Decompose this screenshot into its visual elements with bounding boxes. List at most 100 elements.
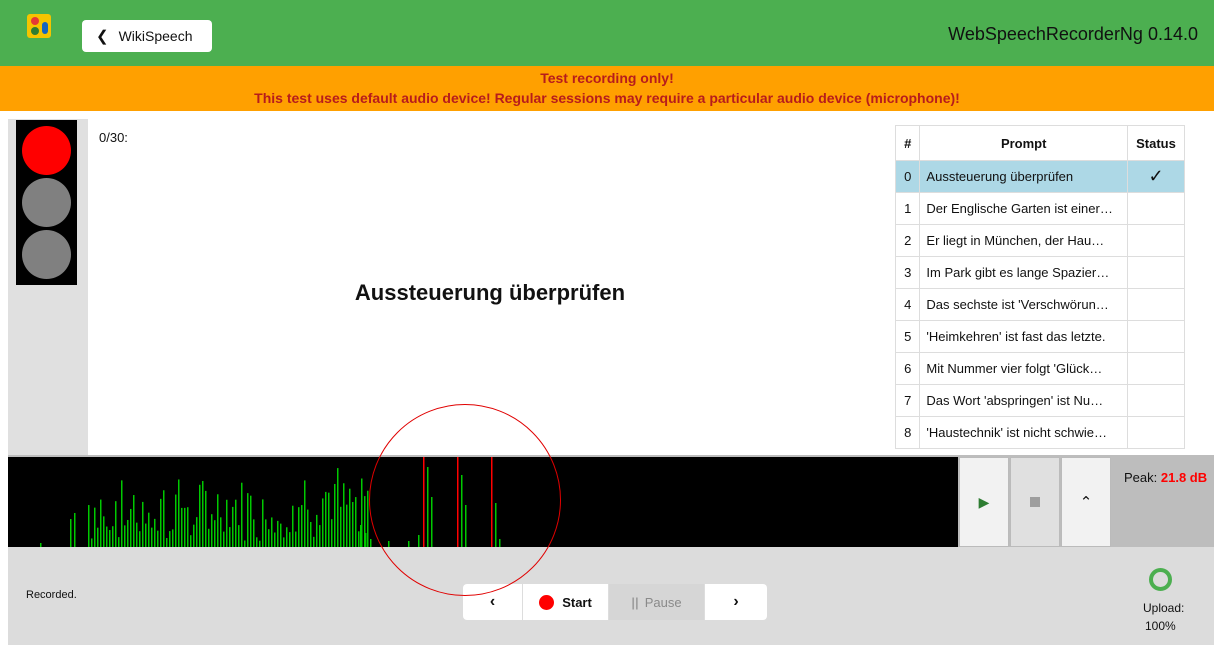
prompt-row[interactable]: 5 'Heimkehren' ist fast das letzte. <box>895 320 1185 353</box>
stop-icon <box>1030 497 1040 507</box>
level-bar <box>316 514 318 547</box>
prompt-row-index: 6 <box>895 352 921 385</box>
level-bar <box>133 495 135 547</box>
chevron-left-icon: ‹ <box>489 593 496 610</box>
level-bar <box>352 502 354 547</box>
level-bar <box>184 507 186 547</box>
pause-button[interactable]: || Pause <box>609 584 705 620</box>
current-prompt: Aussteuerung überprüfen <box>354 280 626 305</box>
red-light-icon <box>22 126 71 175</box>
level-bar <box>247 493 249 547</box>
level-bar <box>283 537 285 547</box>
level-bar <box>196 517 198 547</box>
play-icon: ▶ <box>978 493 990 510</box>
level-bar <box>271 517 273 547</box>
banner-line-1: Test recording only! <box>540 70 674 86</box>
prompt-row[interactable]: 2 Er liegt in München, der Hau… <box>895 224 1185 257</box>
header-prompt: Prompt <box>919 125 1128 161</box>
prompt-list: # Prompt Status 0 Aussteuerung überprüfe… <box>895 125 1195 455</box>
prompt-row[interactable]: 3 Im Park gibt es lange Spazier… <box>895 256 1185 289</box>
level-bar <box>304 480 306 547</box>
level-bar <box>331 519 333 547</box>
level-bar <box>175 494 177 547</box>
prompt-row[interactable]: 7 Das Wort 'abspringen' ist Nu… <box>895 384 1185 417</box>
record-icon <box>539 594 555 610</box>
level-bar <box>157 530 159 547</box>
level-bar <box>136 522 138 547</box>
level-bar <box>280 523 282 547</box>
prompt-row[interactable]: 6 Mit Nummer vier folgt 'Glück… <box>895 352 1185 385</box>
prompt-row-text: Aussteuerung überprüfen <box>919 160 1128 193</box>
level-bar <box>346 504 348 547</box>
stop-button[interactable] <box>1010 457 1060 547</box>
level-bar <box>199 484 201 547</box>
level-bar <box>427 467 429 547</box>
level-bar <box>491 457 493 547</box>
upload-status: Upload: 100% <box>1143 599 1184 635</box>
prompt-row-status <box>1127 384 1185 417</box>
test-warning-banner: Test recording only! This test uses defa… <box>0 66 1214 111</box>
level-bar <box>94 507 96 547</box>
next-button[interactable]: › <box>705 584 767 620</box>
level-bar <box>91 538 93 547</box>
prompt-row-index: 8 <box>895 416 921 449</box>
level-bar <box>127 519 129 547</box>
audio-display: ▶ ⌃ Peak: 21.8 dB <box>8 455 1214 547</box>
peak-label: Peak: <box>1124 470 1158 485</box>
level-bar <box>499 539 501 547</box>
upload-label: Upload: <box>1143 601 1185 615</box>
prompt-table-header: # Prompt Status <box>895 125 1185 161</box>
level-bar <box>310 521 312 547</box>
level-bar <box>214 520 216 547</box>
level-bar <box>238 525 240 547</box>
level-bar <box>100 499 102 547</box>
level-bar <box>142 501 144 547</box>
app-logo-icon <box>27 14 51 38</box>
level-bar <box>187 507 189 547</box>
level-bar <box>121 480 123 547</box>
level-bar <box>286 527 288 547</box>
chevron-right-icon: › <box>733 593 739 610</box>
level-bar <box>265 519 267 547</box>
prompt-row-index: 4 <box>895 288 921 321</box>
prompt-row[interactable]: 4 Das sechste ist 'Verschwörun… <box>895 288 1185 321</box>
level-bar <box>292 505 294 547</box>
level-bar <box>325 491 327 547</box>
level-bar <box>205 490 207 547</box>
play-button[interactable]: ▶ <box>959 457 1009 547</box>
traffic-light-indicator <box>16 120 77 285</box>
prompt-row[interactable]: 0 Aussteuerung überprüfen ✓ <box>895 160 1185 193</box>
level-bar <box>349 488 351 547</box>
yellow-light-icon <box>22 178 71 227</box>
level-bar <box>226 499 228 547</box>
level-bar <box>461 475 463 547</box>
upload-progress-icon <box>1149 568 1172 591</box>
level-bar <box>343 483 345 547</box>
level-bar <box>256 537 258 547</box>
level-bar <box>298 507 300 547</box>
level-bar <box>457 457 459 547</box>
level-bar <box>223 531 225 547</box>
level-bar <box>301 505 303 547</box>
level-bar <box>232 506 234 547</box>
level-bar <box>160 498 162 547</box>
level-bar <box>220 517 222 547</box>
level-bar <box>74 513 76 547</box>
app-title: WebSpeechRecorderNg 0.14.0 <box>948 24 1198 44</box>
level-bar <box>322 498 324 547</box>
previous-button[interactable]: ‹ <box>463 584 523 620</box>
level-bar <box>253 519 255 547</box>
back-button[interactable]: ❮ WikiSpeech <box>82 20 212 52</box>
level-bar <box>367 490 369 547</box>
level-bar <box>145 523 147 547</box>
start-button[interactable]: Start <box>523 584 609 620</box>
level-bar <box>148 512 150 547</box>
prompt-row[interactable]: 8 'Haustechnik' ist nicht schwie… <box>895 416 1185 449</box>
level-bar <box>106 526 108 547</box>
prompt-row-status <box>1127 352 1185 385</box>
level-bar <box>241 482 243 547</box>
expand-button[interactable]: ⌃ <box>1061 457 1111 547</box>
prompt-row[interactable]: 1 Der Englische Garten ist einer… <box>895 192 1185 225</box>
level-bar <box>274 532 276 547</box>
level-bar <box>431 497 433 547</box>
